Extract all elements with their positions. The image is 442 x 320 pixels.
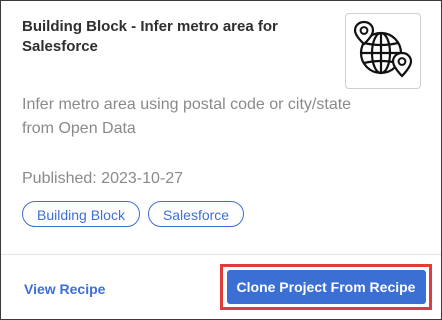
tag-list: Building Block Salesforce (22, 201, 245, 227)
clone-project-button[interactable]: Clone Project From Recipe (226, 270, 426, 304)
recipe-card: Building Block - Infer metro area for Sa… (0, 0, 442, 320)
view-recipe-link[interactable]: View Recipe (24, 280, 105, 298)
card-title: Building Block - Infer metro area for Sa… (22, 18, 278, 55)
highlight-box: Clone Project From Recipe (220, 264, 432, 310)
recipe-description: Infer metro area using postal code or ci… (22, 96, 352, 137)
footer-divider (1, 254, 441, 255)
published-date: Published: 2023-10-27 (22, 170, 184, 187)
tag-salesforce[interactable]: Salesforce (147, 201, 245, 227)
recipe-thumbnail (345, 13, 421, 89)
globe-map-pins-icon (353, 20, 413, 78)
tag-building-block[interactable]: Building Block (22, 201, 140, 227)
